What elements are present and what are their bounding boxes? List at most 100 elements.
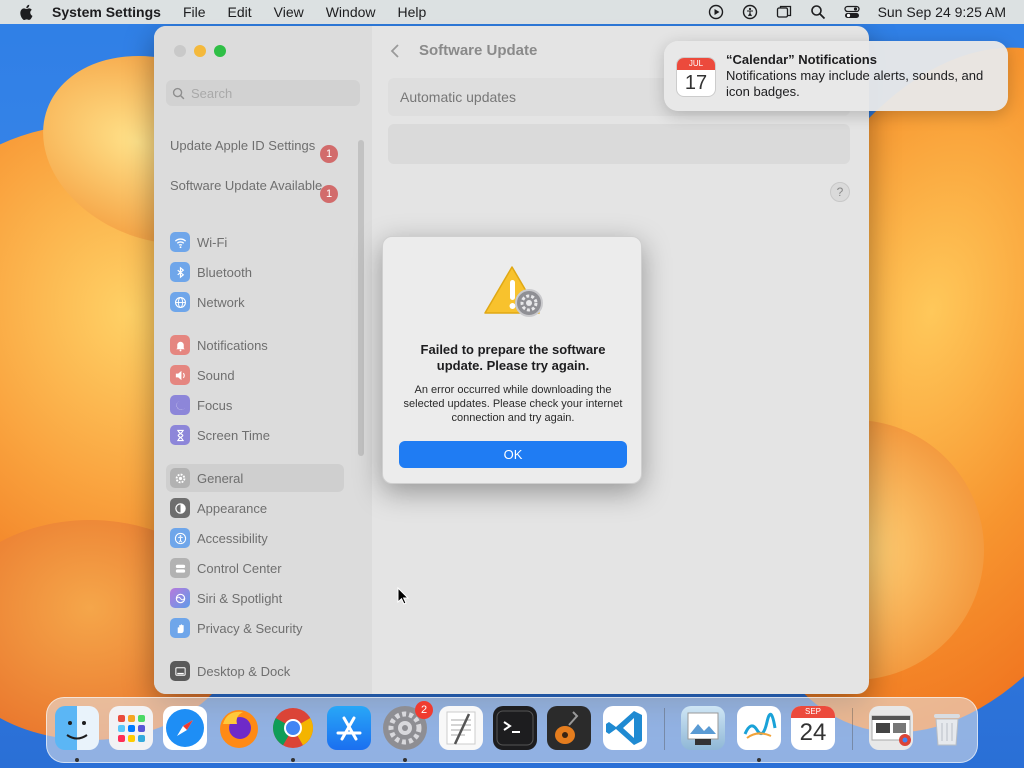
sidebar-item-bluetooth[interactable]: Bluetooth	[166, 258, 344, 286]
search-icon	[172, 87, 185, 99]
minimize-window-button[interactable]	[194, 45, 206, 57]
notification-body: Notifications may include alerts, sounds…	[726, 68, 984, 99]
sidebar-item-label: Screen Time	[197, 427, 270, 443]
accessibility-status-icon[interactable]	[742, 4, 758, 20]
dialog-message: An error occurred while downloading the …	[403, 384, 623, 424]
control-center-menu-icon[interactable]	[843, 4, 860, 20]
sidebar-alert-software-update[interactable]: Software Update Available	[170, 178, 340, 194]
apple-logo-icon[interactable]	[18, 3, 36, 21]
menubar-clock[interactable]: Sun Sep 24 9:25 AM	[878, 4, 1006, 20]
vscode-icon[interactable]	[603, 706, 647, 750]
app-store-icon[interactable]	[327, 706, 371, 750]
window-overview-icon[interactable]	[776, 4, 792, 20]
search-input[interactable]	[191, 85, 351, 101]
chrome-icon[interactable]	[271, 706, 315, 750]
launchpad-icon[interactable]	[109, 706, 153, 750]
sidebar-search	[166, 80, 360, 106]
sidebar-item-wifi[interactable]: Wi-Fi	[166, 228, 344, 256]
calendar-notification[interactable]: JUL 17 “Calendar” Notifications Notifica…	[664, 41, 1008, 111]
update-status-panel	[388, 124, 850, 164]
sidebar-item-sound[interactable]: Sound	[166, 361, 344, 389]
globe-icon	[170, 292, 190, 312]
accessibility-icon	[170, 528, 190, 548]
help-button[interactable]: ?	[830, 182, 850, 202]
sidebar-item-network[interactable]: Network	[166, 288, 344, 316]
notification-badge: 1	[320, 185, 338, 203]
notification-title: “Calendar” Notifications	[726, 52, 877, 67]
speaker-icon	[170, 365, 190, 385]
sidebar-item-general[interactable]: General	[166, 464, 344, 492]
sidebar-item-notifications[interactable]: Notifications	[166, 331, 344, 359]
sidebar-alert-label: Software Update Available	[170, 178, 323, 193]
spotlight-search-icon[interactable]	[810, 4, 826, 20]
sidebar-item-label: Network	[197, 294, 245, 310]
sidebar-item-label: Wi-Fi	[197, 234, 228, 250]
sidebar-item-screen-time[interactable]: Screen Time	[166, 421, 344, 449]
back-chevron-icon[interactable]	[388, 42, 402, 60]
menu-edit[interactable]: Edit	[228, 4, 252, 20]
sidebar-item-privacy-security[interactable]: Privacy & Security	[166, 614, 344, 642]
safari-icon[interactable]	[163, 706, 207, 750]
sidebar-item-label: Sound	[197, 367, 235, 383]
sidebar-item-label: Accessibility	[197, 530, 268, 546]
traffic-lights	[174, 45, 226, 57]
sidebar-item-label: Focus	[197, 397, 233, 413]
sidebar-item-focus[interactable]: Focus	[166, 391, 344, 419]
dock-calendar-month: SEP	[791, 706, 835, 718]
trash-icon[interactable]	[925, 706, 969, 750]
dock-separator	[664, 708, 665, 750]
textedit-icon[interactable]	[439, 706, 483, 750]
appearance-icon	[170, 498, 190, 518]
hand-icon	[170, 618, 190, 638]
menu-help[interactable]: Help	[398, 4, 427, 20]
sidebar-item-label: Control Center	[197, 560, 282, 576]
calendar-month: JUL	[677, 58, 715, 70]
sidebar-item-siri-spotlight[interactable]: Siri & Spotlight	[166, 584, 344, 612]
ok-button[interactable]: OK	[399, 441, 627, 468]
sidebar-scrollbar[interactable]	[358, 140, 364, 456]
menu-bar: System Settings File Edit View Window He…	[0, 0, 1024, 24]
sidebar-item-control-center[interactable]: Control Center	[166, 554, 344, 582]
sidebar-item-label: Notifications	[197, 337, 268, 353]
zoom-window-button[interactable]	[214, 45, 226, 57]
dock-calendar-day: 24	[799, 719, 827, 746]
menu-view[interactable]: View	[274, 4, 304, 20]
close-window-button[interactable]	[174, 45, 186, 57]
bluetooth-icon	[170, 262, 190, 282]
menu-file[interactable]: File	[183, 4, 206, 20]
sidebar-item-label: General	[197, 470, 244, 486]
chrome-window-thumbnail[interactable]	[869, 706, 913, 750]
play-circle-icon[interactable]	[708, 4, 724, 20]
sidebar-item-label: Desktop & Dock	[197, 663, 291, 679]
dock-badge: 2	[415, 701, 433, 719]
notification-badge: 1	[320, 145, 338, 163]
sidebar-alert-label: Update Apple ID Settings	[170, 138, 316, 153]
firefox-icon[interactable]	[217, 706, 261, 750]
sidebar-item-appearance[interactable]: Appearance	[166, 494, 344, 522]
sidebar: Update Apple ID Settings 1 Software Upda…	[154, 26, 372, 694]
error-dialog: Failed to prepare the software update. P…	[382, 236, 642, 484]
moon-icon	[170, 395, 190, 415]
dock-icon	[170, 661, 190, 681]
garageband-icon[interactable]	[547, 706, 591, 750]
siri-icon	[170, 588, 190, 608]
warning-icon	[484, 266, 543, 317]
sidebar-item-accessibility[interactable]: Accessibility	[166, 524, 344, 552]
sidebar-alert-apple-id[interactable]: Update Apple ID Settings	[170, 138, 340, 154]
gear-icon	[170, 468, 190, 488]
sidebar-item-desktop-dock[interactable]: Desktop & Dock	[166, 657, 344, 685]
automatic-updates-label: Automatic updates	[400, 89, 516, 105]
hourglass-icon	[170, 425, 190, 445]
finder-icon[interactable]	[55, 706, 99, 750]
dialog-title: Failed to prepare the software update. P…	[420, 342, 606, 373]
sidebar-item-label: Siri & Spotlight	[197, 590, 283, 606]
terminal-icon[interactable]	[493, 706, 537, 750]
app-name-menu[interactable]: System Settings	[52, 4, 161, 20]
menu-window[interactable]: Window	[326, 4, 376, 20]
calendar-day: 17	[684, 72, 708, 94]
page-title: Software Update	[419, 42, 538, 59]
calendar-dock-icon[interactable]: SEP 24	[791, 706, 835, 750]
freeform-icon[interactable]	[737, 706, 781, 750]
mouse-cursor-icon	[397, 587, 409, 605]
preview-icon[interactable]	[681, 706, 725, 750]
